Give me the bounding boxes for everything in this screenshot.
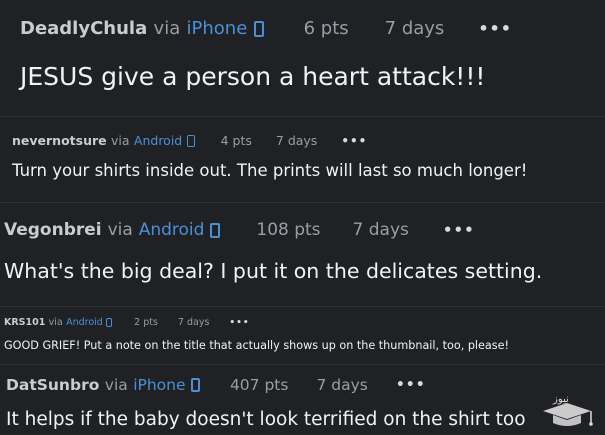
comment-item: KRS101 via Android 2 pts 7 days ••• GOOD… xyxy=(0,306,605,364)
comment-text: It helps if the baby doesn't look terrif… xyxy=(6,409,526,430)
comment-meta: DatSunbro via iPhone 407 pts 7 days ••• xyxy=(6,376,426,394)
comment-item: nevernotsure via Android 4 pts 7 days ••… xyxy=(0,116,605,202)
platform-link[interactable]: Android xyxy=(66,317,103,328)
points-count: 4 pts xyxy=(220,133,252,148)
comment-age: 7 days xyxy=(352,220,409,240)
comment-text: GOOD GRIEF! Put a note on the title that… xyxy=(4,339,509,352)
comment-text: Turn your shirts inside out. The prints … xyxy=(12,161,528,180)
more-options-button[interactable]: ••• xyxy=(229,318,249,328)
via-label: via xyxy=(153,18,181,39)
via-label: via xyxy=(48,317,63,328)
username-link[interactable]: DatSunbro xyxy=(6,376,99,394)
comment-age: 7 days xyxy=(384,18,445,39)
comment-age: 7 days xyxy=(177,317,210,328)
username-link[interactable]: Vegonbrei xyxy=(4,220,102,240)
comment-item: DeadlyChula via iPhone 6 pts 7 days ••• … xyxy=(0,0,605,116)
more-options-button[interactable]: ••• xyxy=(478,19,512,38)
via-label: via xyxy=(107,220,133,240)
comment-meta: nevernotsure via Android 4 pts 7 days ••… xyxy=(12,133,367,148)
comment-item: DatSunbro via iPhone 407 pts 7 days ••• … xyxy=(0,364,605,435)
username-link[interactable]: KRS101 xyxy=(4,317,45,328)
comment-text: What's the big deal? I put it on the del… xyxy=(4,259,543,283)
points-count: 407 pts xyxy=(229,376,289,394)
comment-meta: DeadlyChula via iPhone 6 pts 7 days ••• xyxy=(20,18,512,39)
via-label: via xyxy=(111,133,130,148)
platform-link[interactable]: Android xyxy=(139,220,205,240)
comment-meta: Vegonbrei via Android 108 pts 7 days ••• xyxy=(4,220,475,240)
phone-device-icon xyxy=(253,20,264,37)
platform-link[interactable]: Android xyxy=(134,133,182,148)
username-link[interactable]: DeadlyChula xyxy=(20,18,147,39)
more-options-button[interactable]: ••• xyxy=(396,377,426,393)
more-options-button[interactable]: ••• xyxy=(443,221,475,239)
comment-text: JESUS give a person a heart attack!!! xyxy=(20,62,486,91)
phone-device-icon xyxy=(210,222,221,238)
comment-age: 7 days xyxy=(275,133,318,148)
via-label: via xyxy=(104,376,128,394)
platform-link[interactable]: iPhone xyxy=(133,376,185,394)
username-link[interactable]: nevernotsure xyxy=(12,133,107,148)
phone-device-icon xyxy=(186,134,195,147)
phone-device-icon xyxy=(106,318,113,327)
points-count: 2 pts xyxy=(134,317,158,328)
points-count: 108 pts xyxy=(256,220,321,240)
phone-device-icon xyxy=(190,378,200,392)
more-options-button[interactable]: ••• xyxy=(341,134,367,148)
comment-meta: KRS101 via Android 2 pts 7 days ••• xyxy=(4,317,250,328)
watermark-text: نیوز xyxy=(552,394,569,405)
comment-item: Vegonbrei via Android 108 pts 7 days •••… xyxy=(0,202,605,306)
comment-age: 7 days xyxy=(316,376,368,394)
platform-link[interactable]: iPhone xyxy=(187,18,248,39)
points-count: 6 pts xyxy=(303,18,349,39)
graduation-cap-logo-icon: نیوز xyxy=(543,394,593,426)
